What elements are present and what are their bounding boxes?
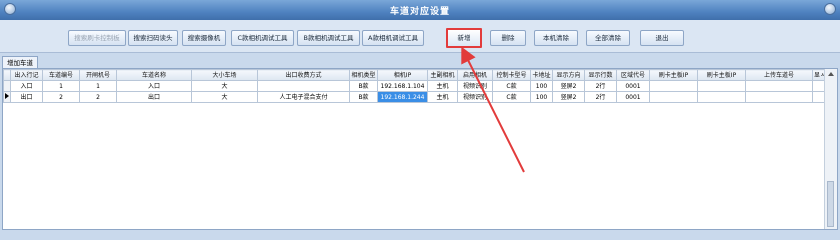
lane-table: 出入行记 车道编号 开闸机号 车道名称 大小车场 出口收费方式 相机类型 相机I… — [3, 69, 828, 103]
delete-button[interactable]: 删除 — [490, 30, 526, 46]
table-cell[interactable]: 1 — [79, 80, 117, 92]
column-header[interactable]: 显示方向 — [552, 69, 585, 81]
vertical-scrollbar[interactable] — [824, 69, 837, 229]
table-cell[interactable]: 视频识别 — [457, 80, 493, 92]
column-header[interactable]: 区域代号 — [616, 69, 650, 81]
column-header[interactable]: 出口收费方式 — [257, 69, 350, 81]
table-cell[interactable]: C款 — [492, 91, 531, 103]
tab-strip: 增加车道 — [0, 53, 840, 68]
clear-all-button[interactable]: 全部清除 — [586, 30, 630, 46]
table-cell[interactable]: 0001 — [616, 80, 650, 92]
toolbar: 搜索刷卡控制板 搜索扫码读头 搜索摄像机 C款相机调试工具 B款相机调试工具 A… — [0, 20, 840, 53]
table-cell[interactable] — [745, 91, 813, 103]
search-card-board-button[interactable]: 搜索刷卡控制板 — [68, 30, 126, 46]
header-row: 出入行记 车道编号 开闸机号 车道名称 大小车场 出口收费方式 相机类型 相机I… — [3, 69, 828, 81]
table-cell[interactable]: B款 — [349, 91, 378, 103]
table-cell[interactable]: 出口 — [10, 91, 43, 103]
table-cell[interactable]: 竖屏2 — [552, 91, 585, 103]
exit-button[interactable]: 退出 — [640, 30, 684, 46]
search-camera-button[interactable]: 搜索摄像机 — [182, 30, 226, 46]
table-row[interactable]: 出口 2 2 出口 大 人工电子混合支付 B款 192.168.1.244 主机… — [3, 91, 828, 103]
table-cell[interactable]: 192.168.1.104 — [377, 80, 428, 92]
search-scanner-button[interactable]: 搜索扫码读头 — [128, 30, 178, 46]
selected-camera-ip-cell[interactable]: 192.168.1.244 — [377, 91, 428, 103]
table-cell[interactable]: 0001 — [616, 91, 650, 103]
table-cell[interactable]: 2 — [79, 91, 117, 103]
table-cell[interactable]: 大 — [191, 91, 258, 103]
clear-local-button[interactable]: 本机清除 — [534, 30, 578, 46]
table-cell[interactable]: 100 — [530, 80, 553, 92]
b-camera-tool-button[interactable]: B款相机调试工具 — [297, 30, 360, 46]
column-header[interactable]: 卡地址 — [530, 69, 553, 81]
table-cell[interactable]: 出口 — [116, 91, 192, 103]
column-header[interactable]: 显示行数 — [584, 69, 617, 81]
row-indicator[interactable] — [3, 80, 11, 92]
add-button[interactable]: 新增 — [446, 28, 482, 48]
table-cell[interactable] — [649, 80, 698, 92]
close-icon[interactable] — [824, 3, 836, 15]
title-bar: 车道对应设置 — [0, 0, 840, 20]
table-cell[interactable] — [745, 80, 813, 92]
table-cell[interactable]: 主机 — [427, 80, 458, 92]
column-header[interactable]: 刷卡主板IP — [697, 69, 746, 81]
table-cell[interactable]: 竖屏2 — [552, 80, 585, 92]
column-header[interactable]: 相机IP — [377, 69, 428, 81]
table-cell[interactable]: 入口 — [10, 80, 43, 92]
column-header[interactable]: 车道编号 — [42, 69, 80, 81]
current-row-arrow-icon — [5, 92, 9, 99]
tab-add-lane[interactable]: 增加车道 — [2, 56, 38, 68]
table-cell[interactable]: C款 — [492, 80, 531, 92]
row-indicator-header — [3, 69, 11, 81]
table-cell[interactable] — [697, 80, 746, 92]
c-camera-tool-button[interactable]: C款相机调试工具 — [231, 30, 294, 46]
table-cell[interactable]: 主机 — [427, 91, 458, 103]
column-header[interactable]: 开闸机号 — [79, 69, 117, 81]
column-header[interactable]: 主副相机 — [427, 69, 458, 81]
column-header[interactable]: 刷卡主板IP — [649, 69, 698, 81]
scroll-thumb[interactable] — [827, 181, 834, 227]
table-cell[interactable]: 2行 — [584, 80, 617, 92]
column-header[interactable]: 出入行记 — [10, 69, 43, 81]
column-header[interactable]: 控制卡型号 — [492, 69, 531, 81]
column-header[interactable]: 上传车道号 — [745, 69, 813, 81]
column-header[interactable]: 相机类型 — [349, 69, 378, 81]
table-cell[interactable]: 大 — [191, 80, 258, 92]
table-cell[interactable]: 100 — [530, 91, 553, 103]
table-cell[interactable] — [649, 91, 698, 103]
a-camera-tool-button[interactable]: A款相机调试工具 — [362, 30, 424, 46]
table-cell[interactable]: 视频识别 — [457, 91, 493, 103]
table-cell[interactable]: 2行 — [584, 91, 617, 103]
table-cell[interactable]: 入口 — [116, 80, 192, 92]
lane-grid: 出入行记 车道编号 开闸机号 车道名称 大小车场 出口收费方式 相机类型 相机I… — [2, 68, 838, 230]
row-indicator[interactable] — [3, 91, 11, 103]
table-row[interactable]: 入口 1 1 入口 大 B款 192.168.1.104 主机 视频识别 C款 … — [3, 80, 828, 92]
window-title: 车道对应设置 — [389, 7, 450, 17]
table-cell[interactable]: 1 — [42, 80, 80, 92]
table-cell[interactable]: B款 — [349, 80, 378, 92]
table-cell[interactable] — [257, 80, 350, 92]
column-header[interactable]: 大小车场 — [191, 69, 258, 81]
table-cell[interactable]: 人工电子混合支付 — [257, 91, 350, 103]
column-header[interactable]: 车道名称 — [116, 69, 192, 81]
table-cell[interactable]: 2 — [42, 91, 80, 103]
column-header[interactable]: 启用相机 — [457, 69, 493, 81]
table-cell[interactable] — [697, 91, 746, 103]
scroll-up-icon[interactable] — [828, 72, 834, 76]
